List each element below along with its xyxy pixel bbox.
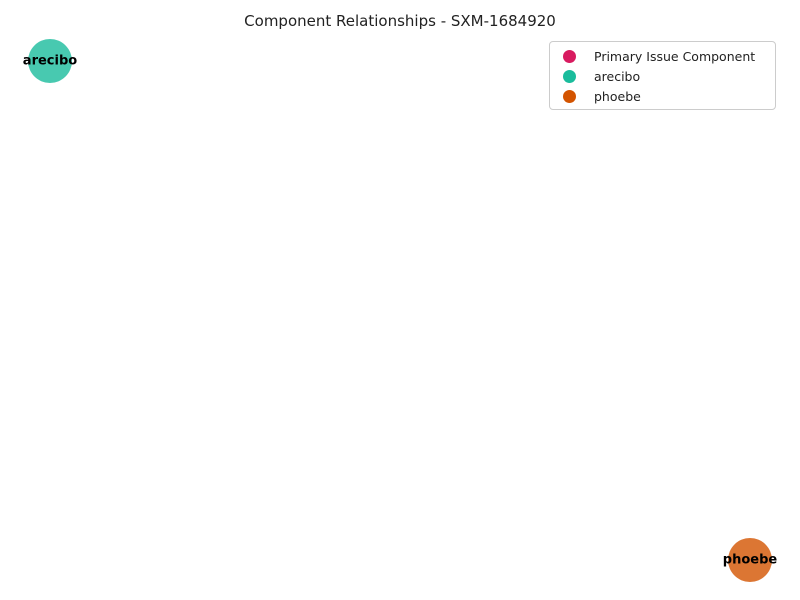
legend-label-arecibo: arecibo (594, 68, 641, 84)
node-label-arecibo: arecibo (22, 53, 78, 69)
diagram-title: Component Relationships - SXM-1684920 (244, 12, 556, 30)
legend-marker-primary (563, 49, 576, 63)
legend-marker-arecibo (563, 69, 576, 83)
legend-label-primary: Primary Issue Component (594, 48, 756, 64)
legend-marker-phoebe (563, 89, 576, 103)
legend-label-phoebe: phoebe (594, 88, 641, 104)
legend-item-arecibo: arecibo (550, 66, 775, 86)
legend: Primary Issue Component arecibo phoebe (549, 41, 776, 110)
legend-item-primary: Primary Issue Component (550, 46, 775, 66)
node-label-phoebe: phoebe (722, 552, 778, 568)
legend-item-phoebe: phoebe (550, 86, 775, 106)
